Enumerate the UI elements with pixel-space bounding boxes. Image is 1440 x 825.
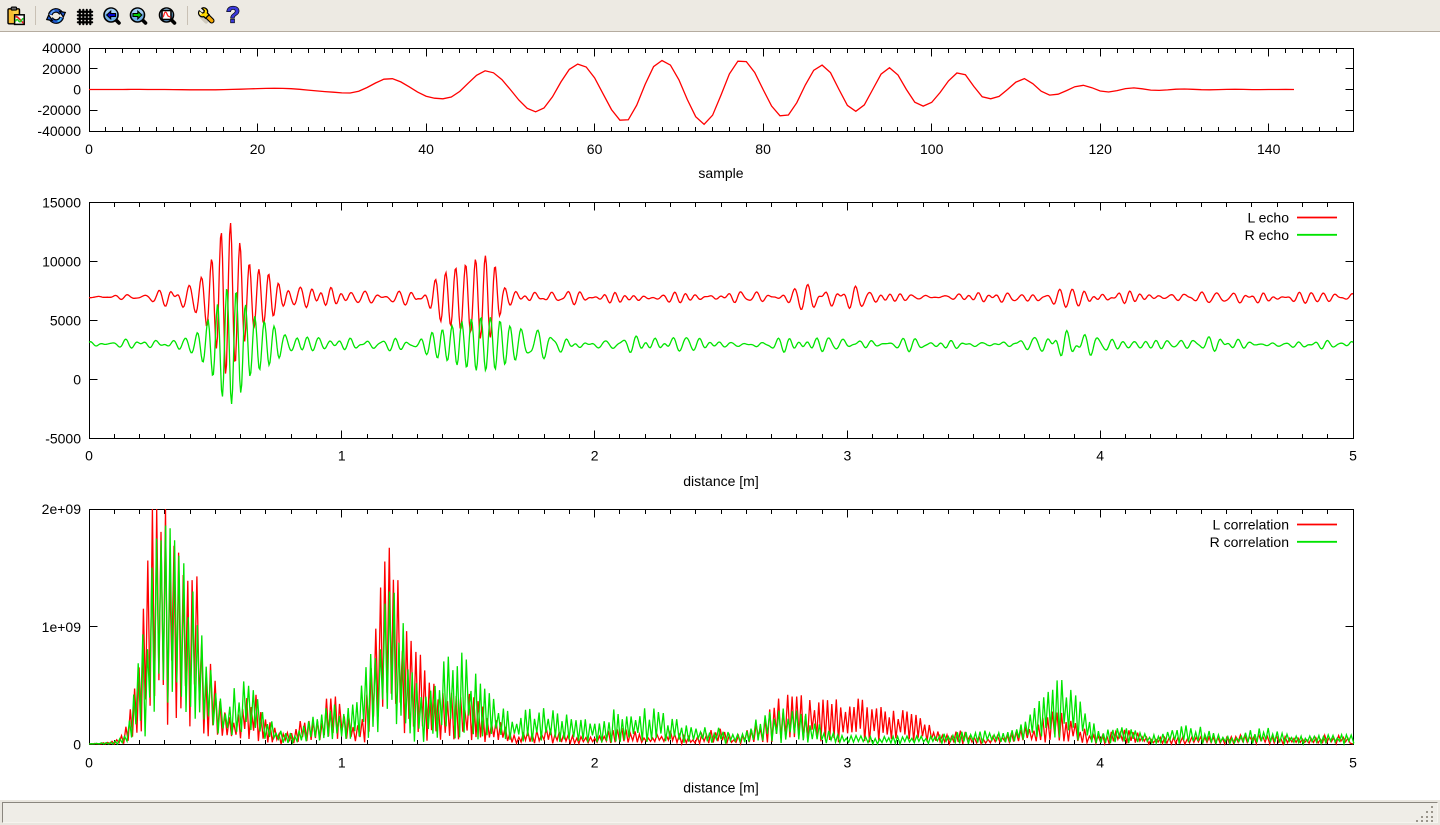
svg-text:sample: sample	[698, 165, 743, 181]
svg-text:60: 60	[587, 141, 603, 157]
svg-text:140: 140	[1257, 141, 1281, 157]
svg-text:5: 5	[1349, 755, 1357, 771]
svg-text:1: 1	[338, 448, 346, 464]
svg-text:3: 3	[844, 448, 852, 464]
svg-text:80: 80	[755, 141, 771, 157]
svg-text:100: 100	[920, 141, 944, 157]
svg-text:R echo: R echo	[1245, 227, 1290, 243]
svg-text:4: 4	[1096, 448, 1104, 464]
svg-text:3: 3	[844, 755, 852, 771]
svg-text:L correlation: L correlation	[1212, 517, 1289, 533]
svg-text:0: 0	[73, 737, 81, 753]
svg-text:10000: 10000	[42, 254, 81, 270]
svg-text:1: 1	[338, 755, 346, 771]
svg-text:0: 0	[85, 141, 93, 157]
svg-text:distance [m]: distance [m]	[683, 473, 758, 489]
svg-text:0: 0	[73, 372, 81, 388]
svg-text:?: ?	[226, 2, 240, 28]
svg-text:5000: 5000	[50, 313, 81, 329]
svg-text:2: 2	[591, 755, 599, 771]
svg-text:2e+09: 2e+09	[42, 501, 82, 517]
svg-text:0: 0	[85, 755, 93, 771]
svg-text:L echo: L echo	[1247, 210, 1289, 226]
svg-text:5: 5	[1349, 448, 1357, 464]
svg-text:15000: 15000	[42, 195, 81, 211]
svg-text:20: 20	[250, 141, 266, 157]
svg-text:1e+09: 1e+09	[42, 619, 82, 635]
svg-text:distance [m]: distance [m]	[683, 780, 758, 796]
svg-text:120: 120	[1089, 141, 1113, 157]
svg-text:40: 40	[418, 141, 434, 157]
svg-text:0: 0	[85, 448, 93, 464]
svg-text:20000: 20000	[42, 61, 81, 77]
svg-text:0: 0	[73, 82, 81, 98]
svg-text:-5000: -5000	[45, 431, 81, 447]
svg-text:4: 4	[1096, 755, 1104, 771]
svg-text:R correlation: R correlation	[1210, 534, 1289, 550]
svg-text:-40000: -40000	[37, 123, 81, 139]
svg-text:2: 2	[591, 448, 599, 464]
svg-text:-20000: -20000	[37, 102, 81, 118]
svg-text:40000: 40000	[42, 40, 81, 56]
